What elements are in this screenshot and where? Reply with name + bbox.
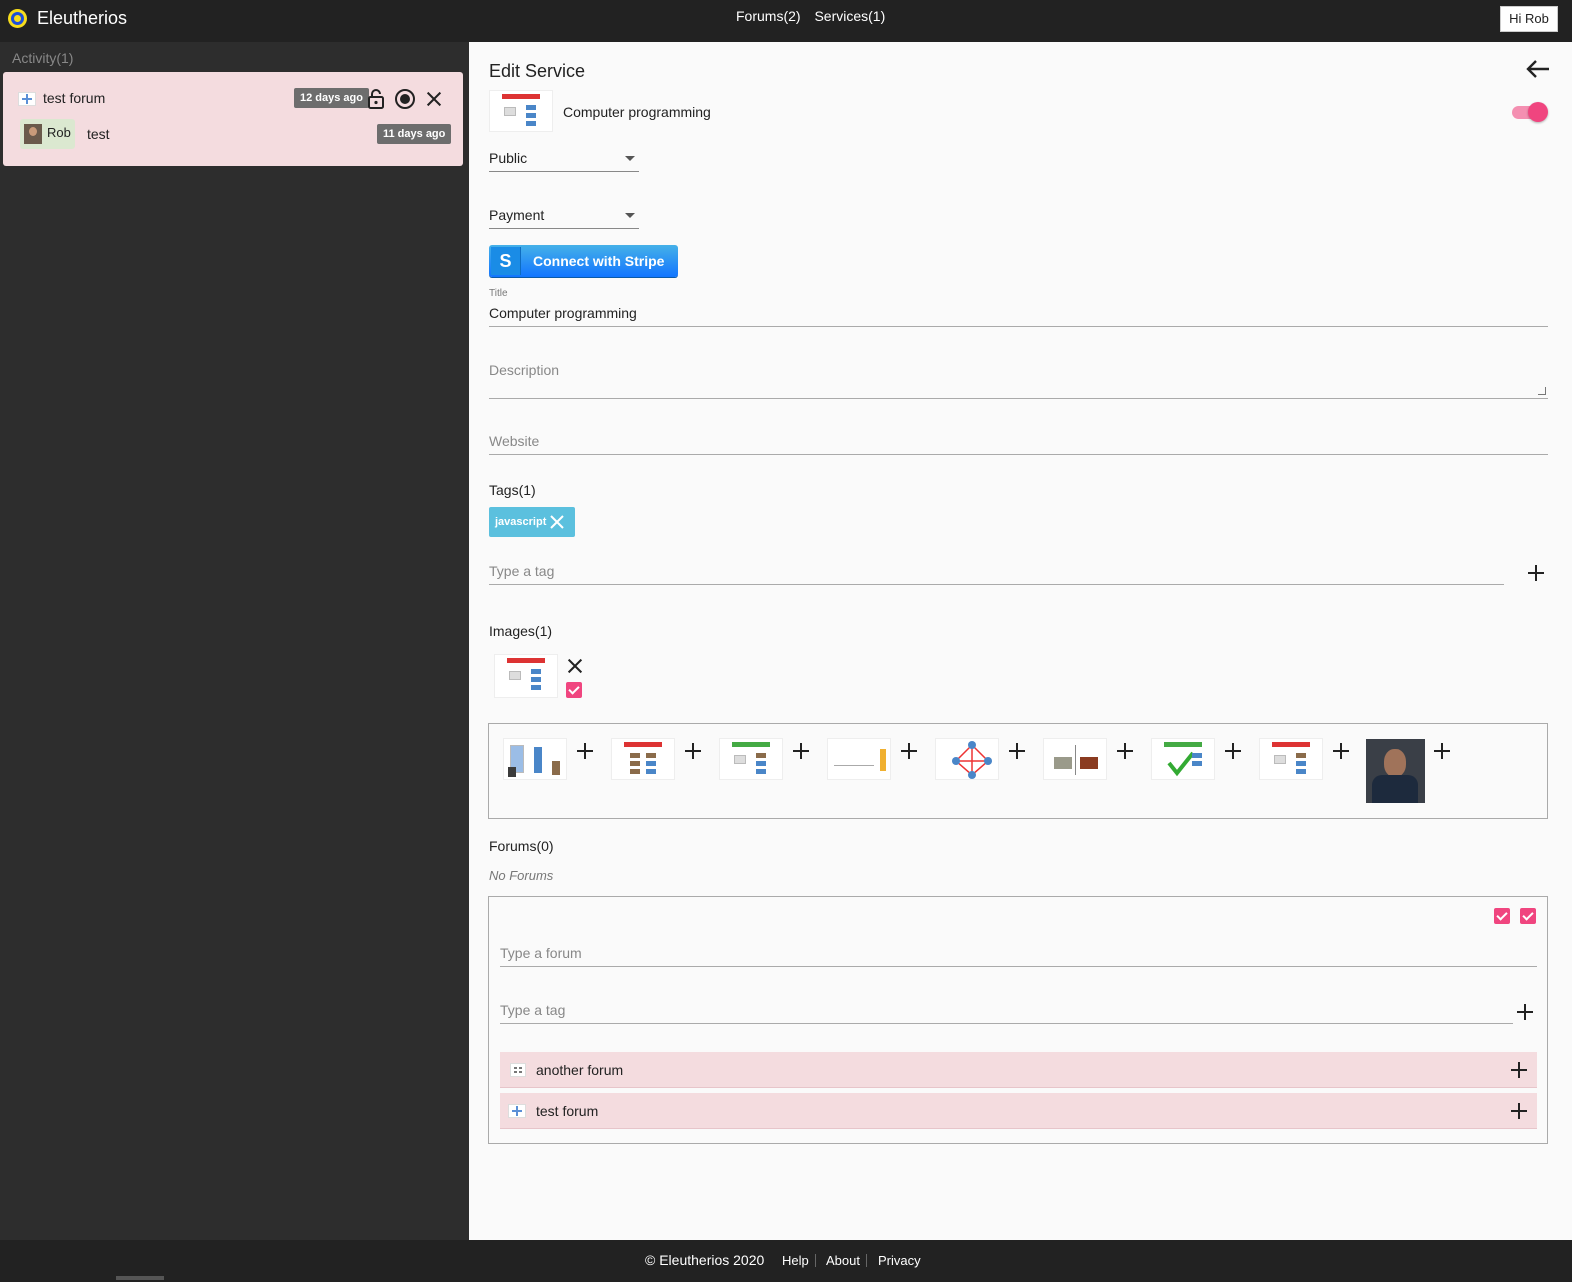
forum-search-input[interactable]: Type a forum xyxy=(500,941,1537,967)
add-image-button[interactable] xyxy=(1009,743,1025,759)
service-thumbnail xyxy=(489,90,553,132)
activity-title: Activity(1) xyxy=(12,50,74,66)
images-heading: Images(1) xyxy=(489,623,553,639)
activity-panel: Activity(1) test forum 12 days ago Rob t… xyxy=(0,42,469,1240)
page-title: Edit Service xyxy=(489,61,586,81)
add-image-button[interactable] xyxy=(1434,743,1450,759)
tags-heading: Tags(1) xyxy=(489,482,536,498)
gallery-image[interactable] xyxy=(503,738,567,780)
nav-forums[interactable]: Forums(2) xyxy=(736,8,801,24)
title-label: Title xyxy=(489,288,508,299)
user-chip[interactable]: Rob xyxy=(20,119,75,149)
gallery-image[interactable] xyxy=(935,738,999,780)
filter-checkbox[interactable] xyxy=(1520,908,1536,924)
gallery-image[interactable] xyxy=(1259,738,1323,780)
nav-services[interactable]: Services(1) xyxy=(814,8,885,24)
type-select[interactable]: Payment xyxy=(489,203,639,229)
no-forums-text: No Forums xyxy=(489,868,554,883)
gallery-image[interactable] xyxy=(719,738,783,780)
add-forum-tag-button[interactable] xyxy=(1517,1004,1533,1020)
forum-result-row[interactable]: another forum xyxy=(500,1052,1537,1088)
description-input[interactable]: Description xyxy=(489,358,1548,399)
forum-tag-input[interactable]: Type a tag xyxy=(500,998,1513,1024)
forum-icon xyxy=(18,92,36,106)
add-image-button[interactable] xyxy=(1333,743,1349,759)
visibility-select[interactable]: Public xyxy=(489,146,639,172)
add-image-button[interactable] xyxy=(685,743,701,759)
website-input[interactable]: Website xyxy=(489,429,1548,455)
logo-icon[interactable] xyxy=(8,9,27,28)
gallery-image[interactable] xyxy=(1043,738,1107,780)
chevron-down-icon xyxy=(625,213,635,218)
service-name: Computer programming xyxy=(563,104,711,120)
add-image-button[interactable] xyxy=(577,743,593,759)
top-nav: Forums(2) Services(1) xyxy=(736,8,895,24)
add-image-button[interactable] xyxy=(1117,743,1133,759)
default-image-checkbox[interactable] xyxy=(566,682,582,698)
selected-image-thumbnail xyxy=(494,654,558,698)
top-bar: Eleutherios Forums(2) Services(1) Hi Rob xyxy=(0,0,1572,42)
tag-chip[interactable]: javascript xyxy=(489,507,575,537)
title-input[interactable]: Computer programming xyxy=(489,301,1548,327)
add-tag-button[interactable] xyxy=(1528,565,1544,581)
gallery-image[interactable] xyxy=(1366,739,1425,803)
chevron-down-icon xyxy=(625,156,635,161)
radio-target-icon[interactable] xyxy=(394,88,416,110)
avatar xyxy=(24,124,42,144)
user-name: Rob xyxy=(47,125,71,140)
remove-tag-icon[interactable] xyxy=(549,514,565,530)
scrollbar[interactable] xyxy=(116,1276,164,1280)
footer-link-help[interactable]: Help xyxy=(782,1253,809,1268)
copyright: © Eleutherios 2020 xyxy=(645,1252,765,1268)
add-image-button[interactable] xyxy=(901,743,917,759)
connect-stripe-button[interactable]: S Connect with Stripe xyxy=(489,245,678,277)
lock-open-icon[interactable] xyxy=(365,88,387,110)
activity-message[interactable]: test xyxy=(87,126,110,142)
tag-input[interactable]: Type a tag xyxy=(489,559,1504,585)
filter-checkbox[interactable] xyxy=(1494,908,1510,924)
footer: © Eleutherios 2020 Help About Privacy xyxy=(0,1240,1572,1282)
gallery-image[interactable] xyxy=(827,738,891,780)
forums-heading: Forums(0) xyxy=(489,838,554,854)
close-icon[interactable] xyxy=(423,88,445,110)
user-menu-button[interactable]: Hi Rob xyxy=(1500,6,1558,32)
gallery-image[interactable] xyxy=(1151,738,1215,780)
stripe-icon: S xyxy=(491,247,521,275)
add-image-button[interactable] xyxy=(1225,743,1241,759)
grid-icon xyxy=(510,1063,526,1077)
add-image-button[interactable] xyxy=(793,743,809,759)
resize-handle-icon xyxy=(1538,387,1546,395)
image-gallery xyxy=(488,723,1548,819)
forum-time-badge: 12 days ago xyxy=(294,88,369,108)
active-toggle[interactable] xyxy=(1512,102,1548,122)
add-forum-button[interactable] xyxy=(1511,1062,1527,1078)
brand-name[interactable]: Eleutherios xyxy=(37,8,127,29)
remove-image-icon[interactable] xyxy=(567,658,583,674)
footer-link-about[interactable]: About xyxy=(826,1253,860,1268)
forum-picker: Type a forum Type a tag another forum te… xyxy=(488,896,1548,1144)
message-time-badge: 11 days ago xyxy=(377,124,452,144)
activity-card[interactable]: test forum 12 days ago Rob test 11 days … xyxy=(3,72,463,166)
activity-forum-name[interactable]: test forum xyxy=(43,90,105,106)
footer-link-privacy[interactable]: Privacy xyxy=(878,1253,921,1268)
forum-result-row[interactable]: test forum xyxy=(500,1093,1537,1129)
back-arrow-icon[interactable] xyxy=(1525,56,1553,82)
forum-icon xyxy=(508,1104,526,1118)
add-forum-button[interactable] xyxy=(1511,1103,1527,1119)
edit-service-panel: Edit Service Computer programming Public… xyxy=(469,42,1572,1240)
gallery-image[interactable] xyxy=(611,738,675,780)
